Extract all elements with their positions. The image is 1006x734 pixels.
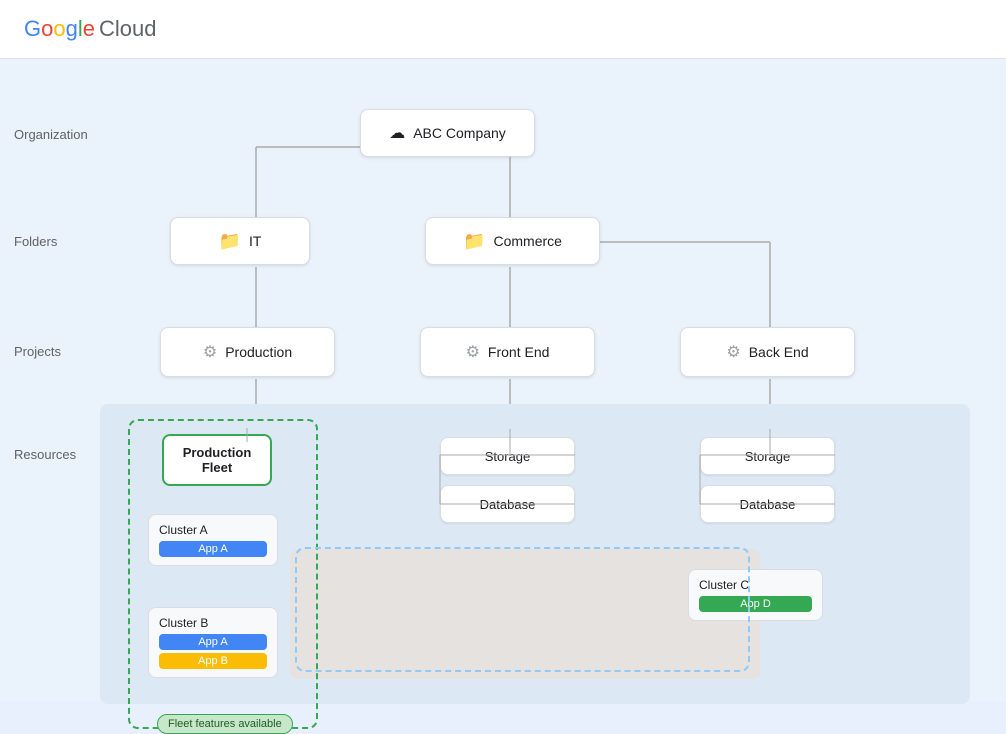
cluster-b-title: Cluster B	[159, 616, 267, 630]
fleet-features-badge: Fleet features available	[157, 714, 293, 734]
backend-node: ⚙ Back End	[680, 327, 855, 377]
cluster-a-box: Cluster A App A	[148, 514, 278, 566]
shared-dashed-container	[295, 547, 750, 672]
production-fleet-box: ProductionFleet	[162, 434, 272, 486]
cluster-b-box: Cluster B App A App B	[148, 607, 278, 678]
org-node: ☁ ABC Company	[360, 109, 535, 157]
be-storage-box: Storage	[700, 437, 835, 475]
cluster-a-app: App A	[159, 541, 267, 557]
commerce-icon: 📁	[463, 231, 485, 252]
diagram: Organization Folders Projects Resources …	[0, 59, 1006, 699]
label-organization: Organization	[14, 127, 88, 142]
backend-label: Back End	[749, 344, 809, 360]
org-label: ABC Company	[413, 125, 506, 141]
commerce-label: Commerce	[493, 233, 561, 249]
logo-cloud-text: Cloud	[99, 16, 156, 42]
cluster-a-title: Cluster A	[159, 523, 267, 537]
main-container: Google Cloud	[0, 0, 1006, 701]
logo-google: Google	[24, 16, 95, 42]
production-fleet-label: ProductionFleet	[183, 445, 252, 475]
frontend-icon: ⚙	[466, 342, 480, 362]
it-label: IT	[249, 233, 261, 249]
google-cloud-logo: Google Cloud	[24, 16, 157, 42]
it-icon: 📁	[219, 231, 241, 252]
label-projects: Projects	[14, 344, 61, 359]
label-resources: Resources	[14, 447, 76, 462]
cluster-b-app-a: App A	[159, 634, 267, 650]
frontend-node: ⚙ Front End	[420, 327, 595, 377]
fe-database-box: Database	[440, 485, 575, 523]
header: Google Cloud	[0, 0, 1006, 59]
label-folders: Folders	[14, 234, 57, 249]
fe-storage-box: Storage	[440, 437, 575, 475]
backend-icon: ⚙	[726, 342, 740, 362]
be-database-box: Database	[700, 485, 835, 523]
production-node: ⚙ Production	[160, 327, 335, 377]
production-label: Production	[225, 344, 292, 360]
cluster-b-app-b: App B	[159, 653, 267, 669]
commerce-node: 📁 Commerce	[425, 217, 600, 265]
frontend-label: Front End	[488, 344, 549, 360]
it-node: 📁 IT	[170, 217, 310, 265]
org-icon: ☁	[389, 123, 405, 143]
production-icon: ⚙	[203, 342, 217, 362]
